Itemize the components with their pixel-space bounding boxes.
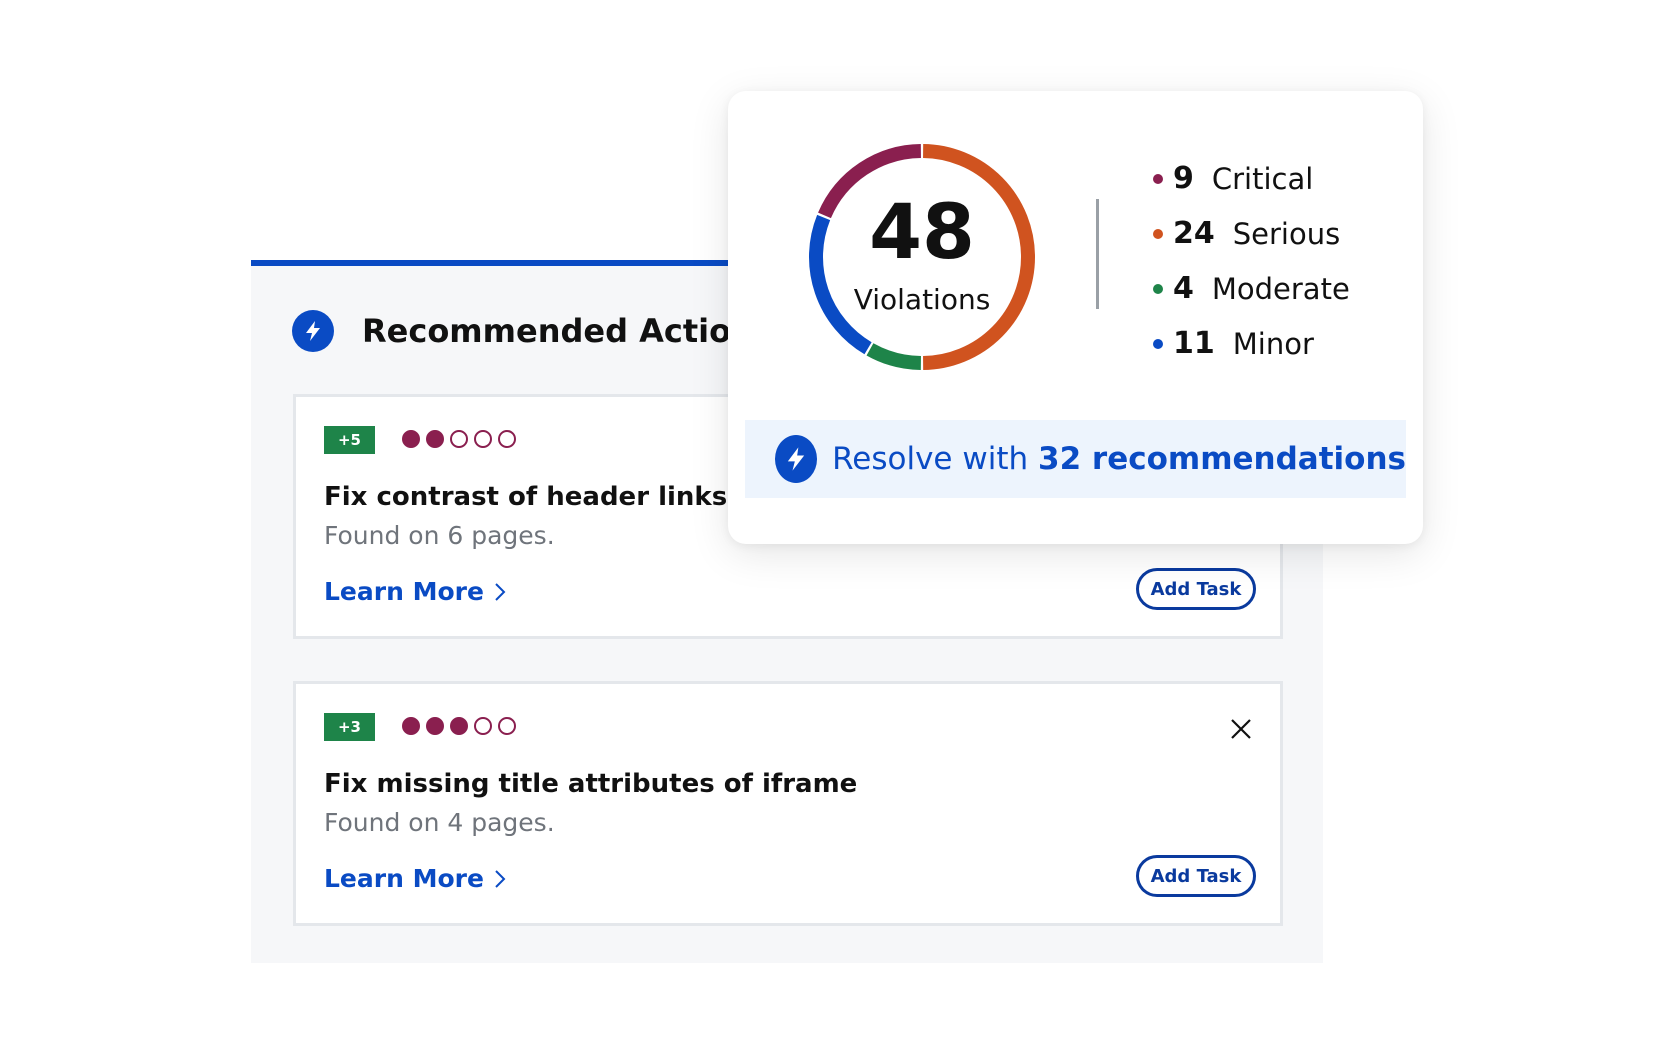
legend-label: Minor <box>1232 326 1314 361</box>
severity-dot-filled <box>426 430 444 448</box>
learn-more-label: Learn More <box>324 577 484 606</box>
chevron-right-icon <box>495 582 506 601</box>
violations-legend: 9 Critical 24 Serious 4 Moderate 11 Mino… <box>1153 151 1350 371</box>
legend-label: Moderate <box>1211 271 1350 306</box>
lightning-bolt-icon <box>292 310 334 352</box>
resolve-text: Resolve with 32 recommendations <box>832 441 1406 477</box>
panel-title: Recommended Action <box>362 312 754 350</box>
resolve-prefix: Resolve with <box>832 441 1038 477</box>
legend-dot <box>1153 228 1163 239</box>
violations-total: 48 <box>869 187 975 276</box>
score-badge: +3 <box>324 713 375 741</box>
recommendation-title: Fix missing title attributes of iframe <box>324 769 858 799</box>
legend-item-minor: 11 Minor <box>1153 316 1350 371</box>
learn-more-link[interactable]: Learn More <box>324 577 506 606</box>
legend-label: Critical <box>1211 161 1314 196</box>
severity-dots <box>402 717 516 735</box>
legend-label: Serious <box>1232 216 1341 251</box>
severity-dot-empty <box>498 430 516 448</box>
legend-dot <box>1153 173 1163 184</box>
legend-item-serious: 24 Serious <box>1153 206 1350 261</box>
severity-dot-filled <box>450 717 468 735</box>
severity-dot-empty <box>474 717 492 735</box>
lightning-bolt-icon <box>775 435 818 483</box>
severity-dot-empty <box>474 430 492 448</box>
chevron-right-icon <box>495 869 506 888</box>
legend-count: 11 <box>1173 326 1215 361</box>
learn-more-link[interactable]: Learn More <box>324 864 506 893</box>
legend-count: 9 <box>1173 161 1194 196</box>
recommendation-title: Fix contrast of header links <box>324 482 728 512</box>
panel-header: Recommended Action <box>292 310 754 352</box>
violations-label: Violations <box>853 283 991 316</box>
legend-count: 24 <box>1173 216 1215 251</box>
resolve-recommendations-link[interactable]: Resolve with 32 recommendations <box>745 420 1406 498</box>
legend-dot <box>1153 338 1163 349</box>
severity-dot-filled <box>402 430 420 448</box>
severity-dots <box>402 430 516 448</box>
resolve-count: 32 recommendations <box>1038 441 1406 477</box>
divider <box>1096 199 1099 309</box>
recommendation-pages-count: Found on 6 pages. <box>324 521 555 550</box>
legend-dot <box>1153 283 1163 294</box>
severity-dot-filled <box>426 717 444 735</box>
legend-item-critical: 9 Critical <box>1153 151 1350 206</box>
add-task-button[interactable]: Add Task <box>1136 855 1256 897</box>
score-badge: +5 <box>324 426 375 454</box>
learn-more-label: Learn More <box>324 864 484 893</box>
severity-dot-empty <box>450 430 468 448</box>
severity-dot-empty <box>498 717 516 735</box>
legend-item-moderate: 4 Moderate <box>1153 261 1350 316</box>
severity-dot-filled <box>402 717 420 735</box>
violations-summary-card: 48 Violations 9 Critical 24 Serious 4 Mo… <box>728 91 1423 544</box>
close-icon[interactable] <box>1228 716 1254 742</box>
donut-center: 48 Violations <box>800 135 1044 379</box>
recommendation-pages-count: Found on 4 pages. <box>324 808 555 837</box>
legend-count: 4 <box>1173 271 1194 306</box>
add-task-button[interactable]: Add Task <box>1136 568 1256 610</box>
recommendation-card: +3 Fix missing title attributes of ifram… <box>293 681 1283 926</box>
